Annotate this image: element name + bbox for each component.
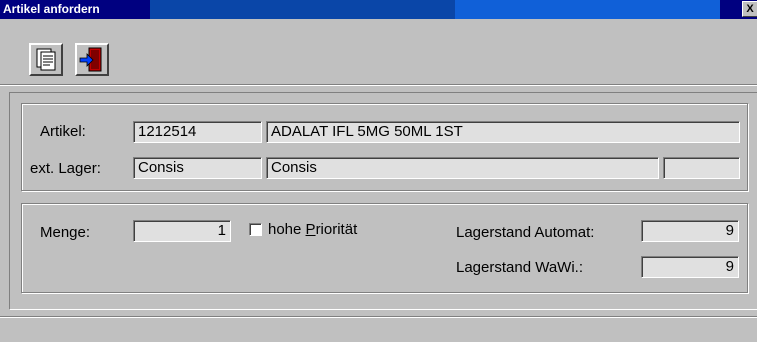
lagerstand-automat-field[interactable]: 9: [641, 220, 739, 242]
toolbar: [0, 20, 757, 84]
lagerstand-automat-label: Lagerstand Automat:: [456, 224, 595, 241]
quantity-group: [21, 203, 748, 293]
status-separator: [0, 316, 757, 318]
hohe-prioritaet-label-pre: hohe: [268, 221, 306, 238]
artikel-number-field[interactable]: 1212514: [133, 121, 262, 143]
hohe-prioritaet-label-post: riorität: [315, 221, 358, 238]
artikel-label: Artikel:: [40, 123, 86, 140]
close-button[interactable]: X: [742, 1, 757, 17]
ext-lager-code-field[interactable]: Consis: [133, 157, 262, 179]
exit-button[interactable]: [75, 43, 109, 76]
title-bar: Artikel anfordern X: [0, 0, 757, 19]
lagerstand-wawi-label: Lagerstand WaWi.:: [456, 259, 583, 276]
hohe-prioritaet-label-accel: P: [305, 221, 316, 238]
hohe-prioritaet-checkbox[interactable]: [249, 223, 262, 236]
ext-lager-name-field[interactable]: Consis: [266, 157, 659, 179]
hohe-prioritaet-label[interactable]: hohe Priorität: [268, 221, 357, 238]
artikel-description-field[interactable]: ADALAT IFL 5MG 50ML 1ST: [266, 121, 740, 143]
toolbar-separator: [0, 84, 757, 86]
menge-label: Menge:: [40, 224, 91, 241]
lagerstand-wawi-field[interactable]: 9: [641, 256, 739, 278]
ext-lager-label: ext. Lager:: [30, 160, 101, 177]
document-icon: [36, 48, 56, 71]
menge-field[interactable]: 1: [133, 220, 231, 242]
window-title: Artikel anfordern: [3, 2, 100, 16]
exit-door-icon: [79, 47, 102, 72]
ext-lager-extra-field[interactable]: [663, 157, 740, 179]
document-button[interactable]: [29, 43, 63, 76]
